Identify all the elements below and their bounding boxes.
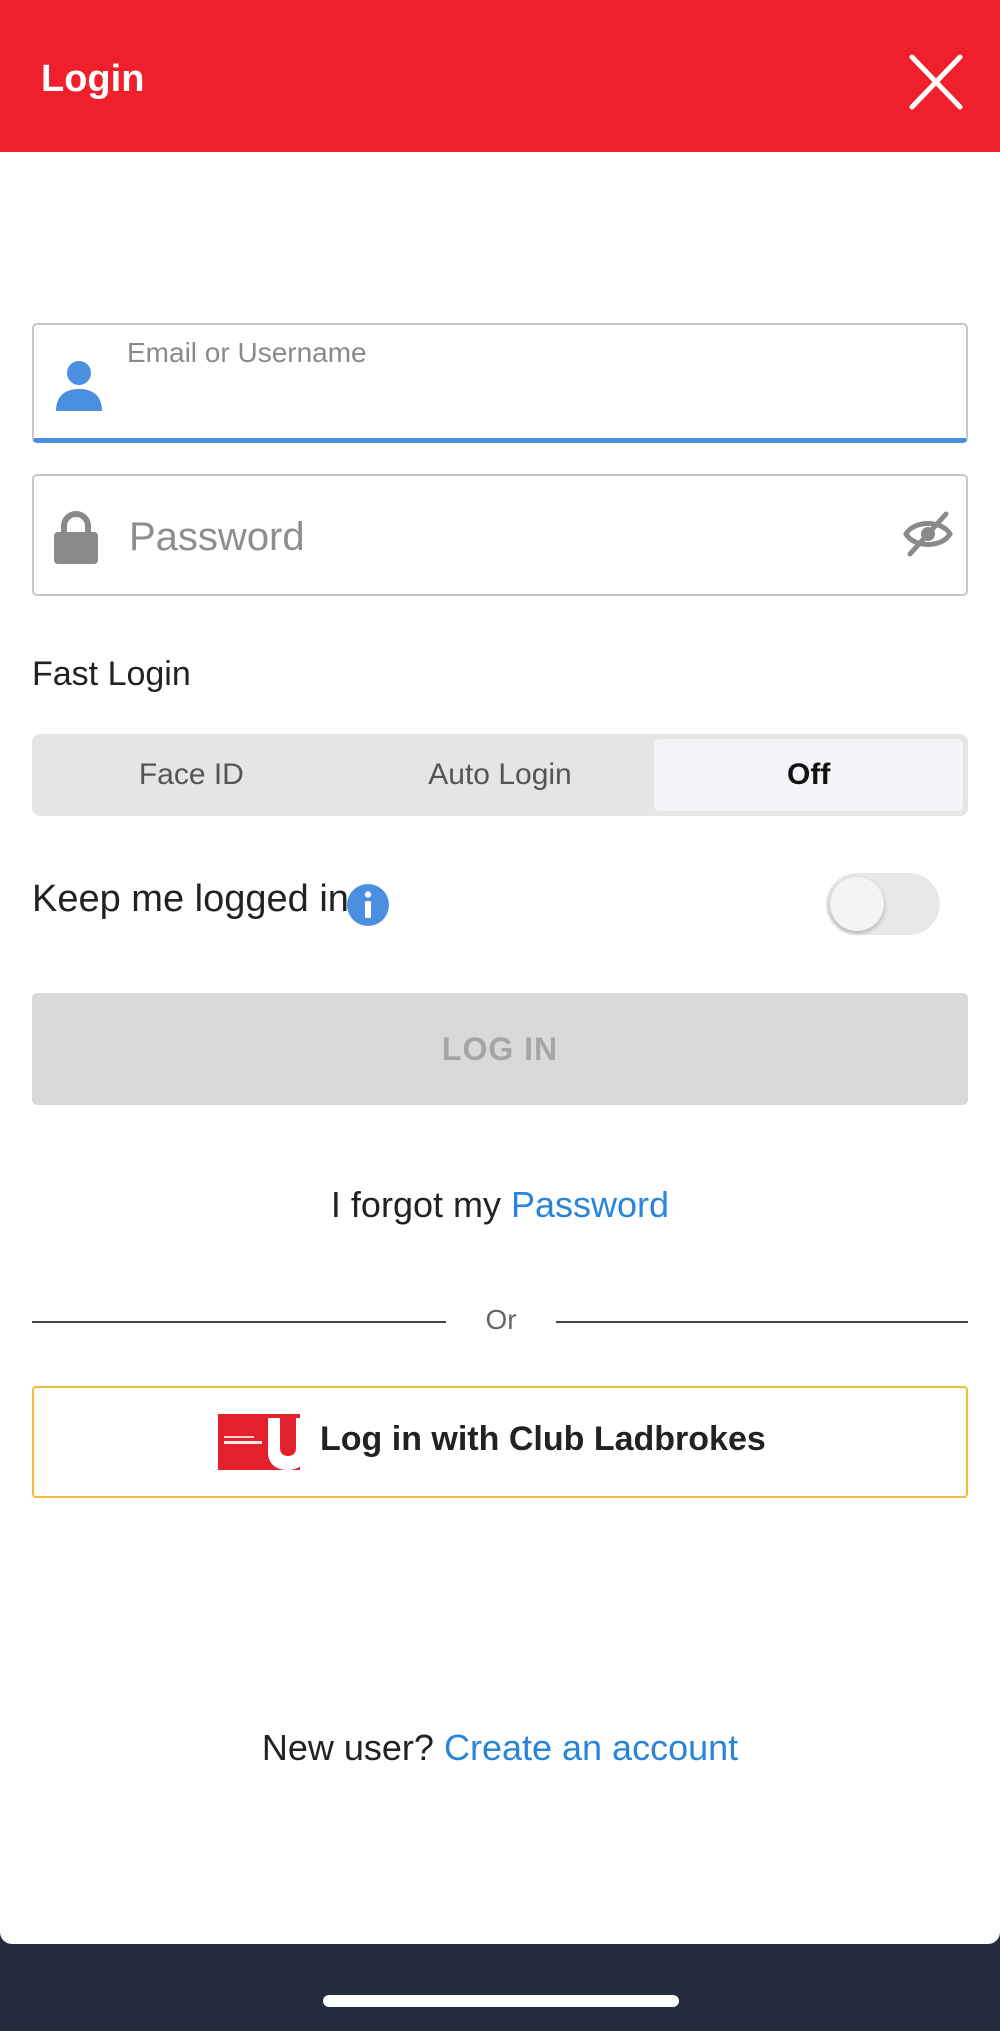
page-title: Login <box>41 58 145 100</box>
club-ladbrokes-logo <box>218 1414 300 1470</box>
fast-login-option-off[interactable]: Off <box>654 739 964 811</box>
info-icon[interactable] <box>346 883 390 927</box>
fast-login-label: Fast Login <box>32 655 191 693</box>
email-field[interactable]: Email or Username <box>32 323 968 443</box>
keep-logged-in-label: Keep me logged in <box>32 878 349 920</box>
user-icon <box>56 361 102 411</box>
signup-row: New user? Create an account <box>0 1727 1000 1769</box>
lock-icon <box>54 511 98 564</box>
forgot-password-link[interactable]: Password <box>511 1184 669 1225</box>
close-icon <box>909 54 963 110</box>
or-divider-text: Or <box>485 1304 517 1335</box>
email-label: Email or Username <box>127 337 367 368</box>
forgot-password-prefix: I forgot my <box>330 1184 501 1225</box>
email-input[interactable] <box>127 379 931 431</box>
divider-left <box>32 1321 446 1323</box>
fast-login-option-face-id[interactable]: Face ID <box>37 739 346 811</box>
club-ladbrokes-login-button[interactable]: Log in with Club Ladbrokes <box>32 1386 968 1498</box>
password-input[interactable] <box>127 506 871 568</box>
create-account-link[interactable]: Create an account <box>444 1727 738 1768</box>
close-button[interactable] <box>900 51 970 113</box>
toggle-password-visibility-button[interactable] <box>902 508 954 560</box>
eye-off-icon <box>903 511 953 557</box>
divider-right <box>556 1321 968 1323</box>
signup-prefix: New user? <box>261 1727 434 1768</box>
forgot-password-row: I forgot my Password <box>0 1184 1000 1226</box>
fast-login-segmented-control: Face ID Auto Login Off <box>32 734 968 816</box>
header-bar: Login <box>0 0 1000 152</box>
fast-login-option-auto-login[interactable]: Auto Login <box>346 739 655 811</box>
keep-logged-in-toggle[interactable] <box>826 873 940 935</box>
login-sheet: Login Email or Username Fast Login Face … <box>0 0 1000 1944</box>
login-button[interactable]: LOG IN <box>32 993 968 1105</box>
club-ladbrokes-label: Log in with Club Ladbrokes <box>320 1420 766 1458</box>
password-field[interactable] <box>32 474 968 596</box>
toggle-knob <box>830 877 884 931</box>
home-indicator[interactable] <box>323 1995 679 2007</box>
